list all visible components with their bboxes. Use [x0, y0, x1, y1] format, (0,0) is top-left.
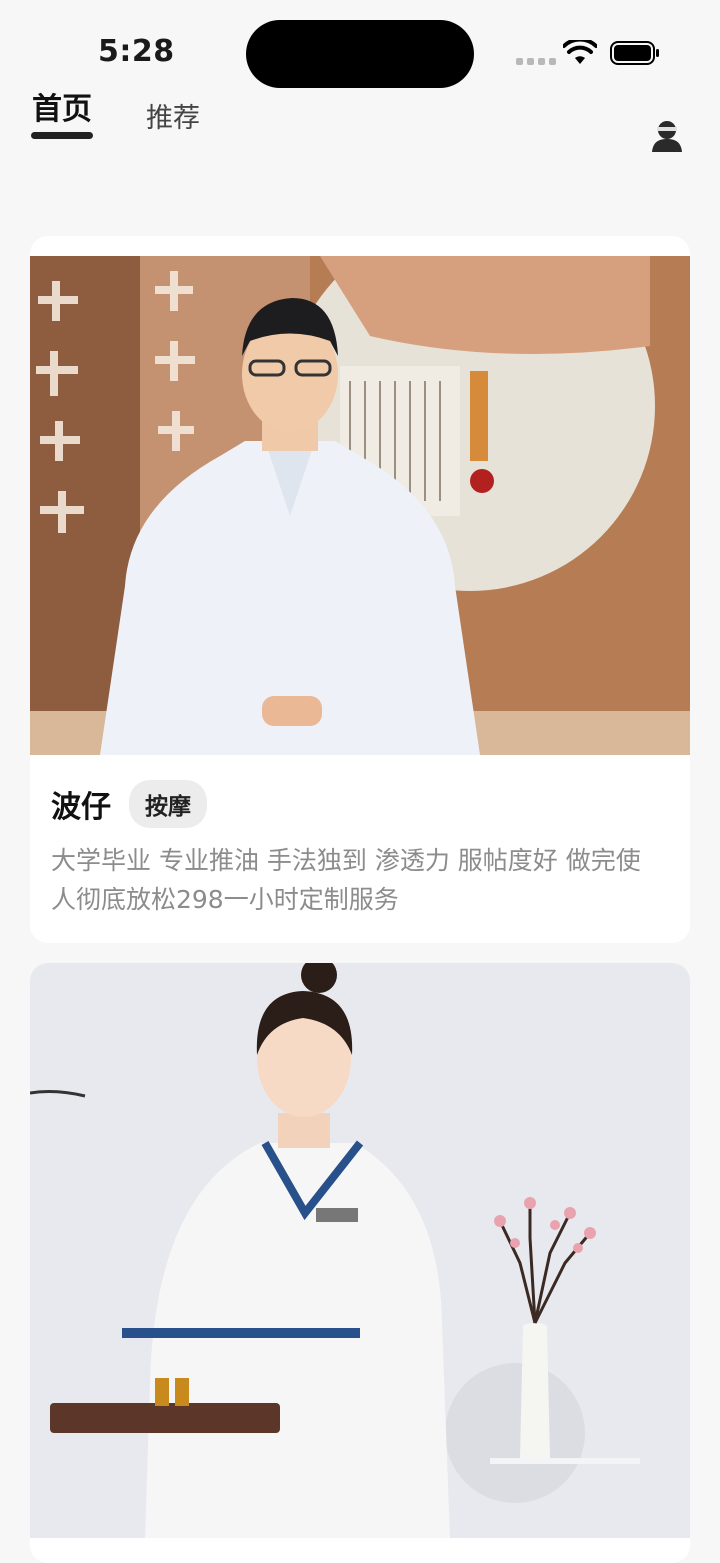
therapist-name: 波仔 [51, 790, 111, 825]
status-bar: 5:28 [0, 0, 720, 90]
tab-recommend[interactable]: 推荐 [146, 96, 200, 135]
card-title-row: 波仔 按摩 [51, 780, 207, 828]
therapist-card[interactable] [30, 963, 690, 1563]
therapist-description: 大学毕业 专业推油 手法独到 渗透力 服帖度好 做完使人彻底放松298一小时定制… [51, 846, 641, 914]
user-profile-icon[interactable] [650, 119, 684, 153]
wifi-icon [563, 40, 597, 64]
battery-icon [610, 41, 659, 65]
therapist-photo [30, 963, 690, 1538]
status-time: 5:28 [98, 34, 175, 69]
therapist-card[interactable]: 波仔 按摩 大学毕业 专业推油 手法独到 渗透力 服帖度好 做完使人彻底放松29… [30, 236, 690, 943]
tab-home[interactable]: 首页 [32, 84, 92, 128]
therapist-photo [30, 256, 690, 755]
service-tag: 按摩 [129, 780, 207, 828]
tab-active-indicator [31, 132, 93, 139]
dynamic-island [246, 20, 474, 88]
cellular-signal-icon [516, 58, 556, 65]
